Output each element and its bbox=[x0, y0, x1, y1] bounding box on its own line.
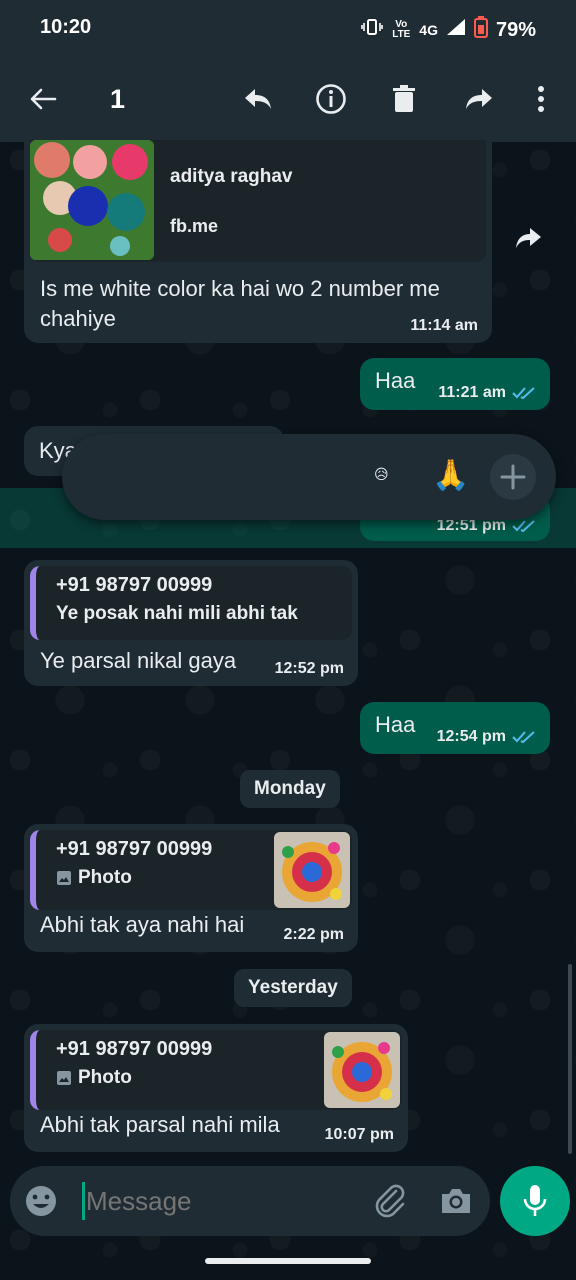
message-bubble-outgoing[interactable]: Haa 12:54 pm bbox=[360, 702, 550, 754]
message-bubble-incoming[interactable]: +91 98797 00999 Photo Abhi tak aya nahi … bbox=[24, 824, 358, 952]
link-preview-title: aditya raghav bbox=[170, 166, 293, 187]
volte-label: Vo LTE bbox=[392, 19, 411, 40]
reaction-emoji-option[interactable]: 😥 bbox=[374, 466, 389, 483]
delete-icon[interactable] bbox=[383, 78, 425, 120]
quoted-message[interactable]: +91 98797 00999 Photo bbox=[30, 830, 352, 910]
message-time: 11:21 am bbox=[438, 384, 506, 401]
battery-percent: 79% bbox=[495, 18, 536, 41]
message-time: 12:52 pm bbox=[274, 660, 344, 677]
link-preview-domain: fb.me bbox=[170, 216, 219, 236]
date-chip: Monday bbox=[240, 770, 340, 808]
message-bubble-incoming[interactable]: aditya raghav fb.me Is me white color ka… bbox=[24, 140, 492, 343]
add-reaction-icon[interactable] bbox=[490, 454, 536, 500]
message-bubble-incoming[interactable]: +91 98797 00999 Ye posak nahi mili abhi … bbox=[24, 560, 358, 686]
gesture-navigation-bar[interactable] bbox=[205, 1258, 371, 1264]
quoted-sender: +91 98797 00999 bbox=[56, 574, 213, 596]
quoted-photo-thumbnail bbox=[324, 1032, 400, 1108]
back-arrow-icon[interactable] bbox=[22, 78, 64, 120]
battery-icon bbox=[473, 16, 488, 44]
photo-icon bbox=[57, 871, 71, 885]
message-bubble-outgoing[interactable]: Haa 11:21 am bbox=[360, 358, 550, 410]
vibrate-icon bbox=[361, 18, 384, 42]
network-label: 4G bbox=[419, 22, 438, 38]
quoted-message[interactable]: +91 98797 00999 Photo bbox=[30, 1030, 402, 1110]
message-meta: 11:21 am bbox=[438, 384, 536, 402]
attach-icon[interactable] bbox=[372, 1183, 408, 1219]
quoted-text: Photo bbox=[78, 867, 132, 888]
read-receipt-icon bbox=[512, 731, 535, 744]
quoted-text: Photo bbox=[78, 1067, 132, 1088]
message-text: Abhi tak aya nahi hai bbox=[40, 912, 245, 937]
quoted-message[interactable]: +91 98797 00999 Ye posak nahi mili abhi … bbox=[30, 566, 352, 640]
message-time: 2:22 pm bbox=[283, 926, 344, 943]
text-cursor bbox=[82, 1182, 85, 1220]
message-time: 12:54 pm bbox=[436, 728, 506, 745]
message-meta: 12:54 pm bbox=[437, 728, 536, 746]
message-time: 11:14 am bbox=[410, 317, 478, 334]
voice-record-button[interactable] bbox=[500, 1166, 570, 1236]
message-input[interactable] bbox=[86, 1180, 346, 1222]
message-time: 10:07 pm bbox=[324, 1126, 394, 1143]
reaction-emoji-option[interactable]: 🙏 bbox=[432, 458, 469, 493]
quoted-text: Ye posak nahi mili abhi tak bbox=[56, 603, 298, 624]
message-composer bbox=[10, 1166, 490, 1236]
info-icon[interactable] bbox=[310, 78, 352, 120]
microphone-icon bbox=[523, 1185, 547, 1216]
reply-icon[interactable] bbox=[237, 78, 279, 120]
status-bar: 10:20 Vo LTE 4G 79% bbox=[0, 0, 576, 56]
read-receipt-icon bbox=[512, 520, 535, 533]
link-preview-thumbnail bbox=[30, 140, 154, 260]
emoji-icon[interactable] bbox=[24, 1184, 58, 1218]
photo-icon bbox=[57, 1071, 71, 1085]
selected-count: 1 bbox=[110, 84, 126, 114]
more-options-icon[interactable] bbox=[520, 78, 562, 120]
read-receipt-icon bbox=[512, 387, 535, 400]
reaction-picker[interactable]: 😥 🙏 bbox=[62, 434, 556, 520]
message-text: Haa bbox=[375, 712, 416, 737]
status-icons: Vo LTE 4G 79% bbox=[361, 16, 536, 44]
selection-toolbar: 1 bbox=[0, 56, 576, 142]
share-icon[interactable] bbox=[508, 218, 548, 258]
date-chip: Yesterday bbox=[234, 969, 352, 1007]
quoted-photo-thumbnail bbox=[274, 832, 350, 908]
status-time: 10:20 bbox=[40, 16, 92, 38]
forward-icon[interactable] bbox=[458, 78, 500, 120]
message-text: Haa bbox=[375, 368, 416, 393]
message-text: Ye parsal nikal gaya bbox=[40, 648, 237, 673]
camera-icon[interactable] bbox=[438, 1183, 474, 1219]
message-text: Abhi tak parsal nahi mila bbox=[40, 1112, 280, 1137]
link-preview[interactable]: aditya raghav fb.me bbox=[30, 140, 486, 262]
message-bubble-incoming[interactable]: +91 98797 00999 Photo Abhi tak parsal na… bbox=[24, 1024, 408, 1152]
scrollbar[interactable] bbox=[568, 964, 572, 1154]
signal-icon bbox=[446, 18, 466, 42]
